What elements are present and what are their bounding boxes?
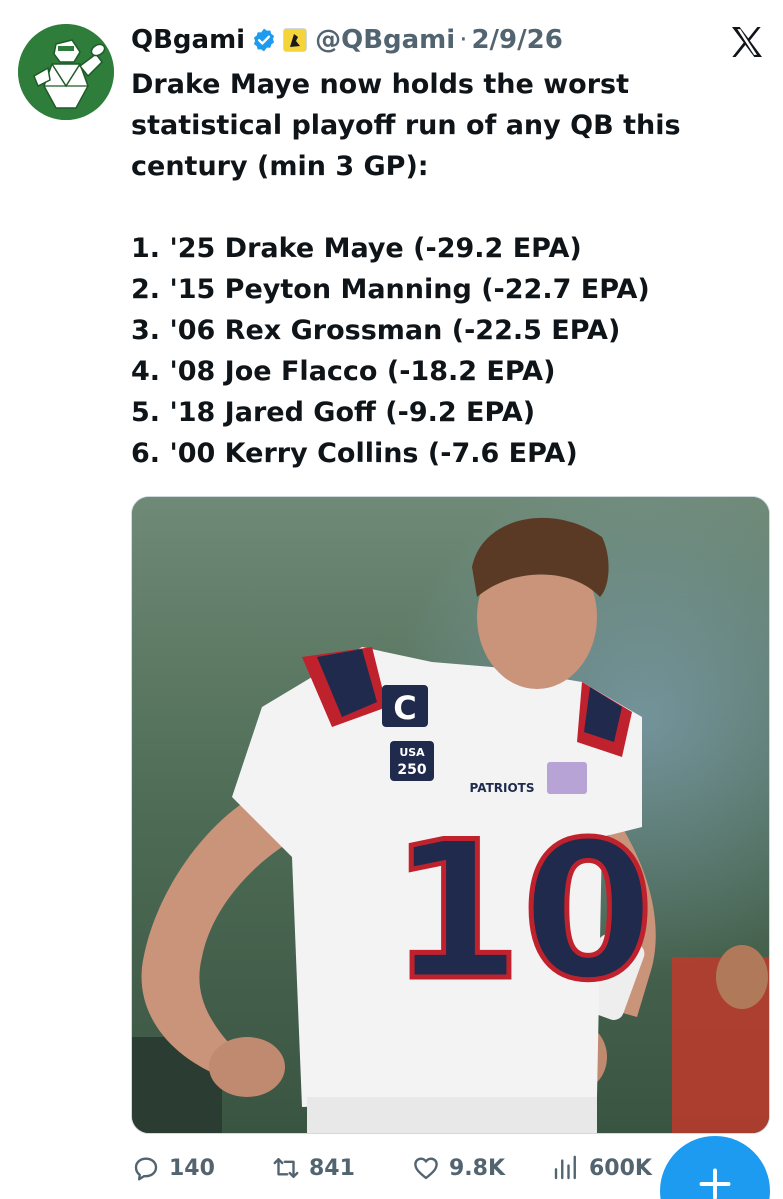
compose-fab-button[interactable] [660, 1136, 770, 1199]
tweet-text: Drake Maye now holds the worst statistic… [131, 64, 751, 187]
like-count: 9.8K [449, 1155, 506, 1181]
views-chart-icon [554, 1155, 576, 1180]
repost-icon [273, 1158, 299, 1178]
verified-badge-icon [251, 27, 277, 53]
tweet: QBgami @QBgami · 2/9/26 Drake Maye now h… [0, 0, 783, 1199]
tweet-text-line: statistical playoff run of any QB this [131, 110, 681, 141]
author-avatar[interactable] [18, 24, 114, 120]
tweet-text-line: century (min 3 GP): [131, 151, 429, 182]
qbgami-logo-icon [18, 24, 114, 120]
tweet-media-photo[interactable]: C USA 250 PATRIOTS 10 [131, 496, 770, 1134]
header-separator: · [459, 25, 468, 55]
repost-count: 841 [309, 1155, 355, 1181]
tweet-text-line: Drake Maye now holds the worst [131, 69, 630, 100]
qb-ranking-list: 1. '25 Drake Maye (-29.2 EPA) 2. '15 Pey… [131, 228, 771, 474]
reply-icon [134, 1157, 158, 1181]
list-item: 2. '15 Peyton Manning (-22.7 EPA) [131, 274, 650, 305]
usa-patch-number: 250 [397, 762, 426, 778]
tweet-header: QBgami @QBgami · 2/9/26 [131, 22, 563, 58]
jersey-chest-text: PATRIOTS [470, 781, 535, 795]
tweet-actions: 140 841 9.8K 600K [131, 1148, 671, 1188]
reply-button[interactable]: 140 [131, 1153, 271, 1183]
usa-patch-text: USA [399, 746, 425, 759]
view-count: 600K [589, 1155, 652, 1181]
captain-patch-text: C [393, 689, 416, 727]
heart-icon [414, 1157, 438, 1180]
jersey-number: 10 [390, 801, 654, 1022]
repost-button[interactable]: 841 [271, 1153, 411, 1183]
list-item: 5. '18 Jared Goff (-9.2 EPA) [131, 397, 536, 428]
reply-count: 140 [169, 1155, 215, 1181]
list-item: 4. '08 Joe Flacco (-18.2 EPA) [131, 356, 556, 387]
like-button[interactable]: 9.8K [411, 1153, 551, 1183]
views-button[interactable]: 600K [551, 1153, 671, 1183]
affiliate-badge-icon[interactable] [283, 28, 308, 52]
list-item: 1. '25 Drake Maye (-29.2 EPA) [131, 233, 582, 264]
list-item: 6. '00 Kerry Collins (-7.6 EPA) [131, 438, 578, 469]
tweet-date[interactable]: 2/9/26 [471, 25, 562, 55]
x-logo-icon[interactable] [727, 22, 767, 62]
plus-icon [699, 1168, 731, 1199]
author-handle[interactable]: @QBgami [315, 25, 455, 55]
author-display-name[interactable]: QBgami [131, 25, 245, 55]
list-item: 3. '06 Rex Grossman (-22.5 EPA) [131, 315, 621, 346]
